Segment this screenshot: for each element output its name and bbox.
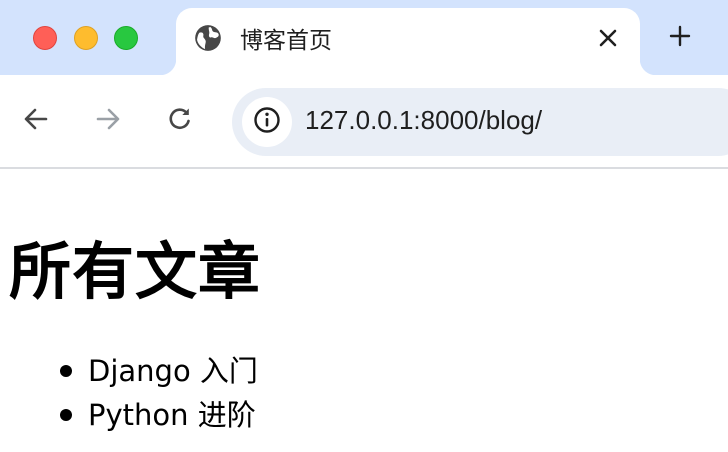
site-info-button[interactable] <box>242 97 292 147</box>
forward-button[interactable] <box>90 103 126 139</box>
window-maximize-button[interactable] <box>114 26 138 50</box>
plus-icon <box>669 25 691 51</box>
page-title: 所有文章 <box>9 235 262 308</box>
reload-icon <box>166 105 194 137</box>
info-icon <box>253 106 281 138</box>
page-content: 所有文章 Django 入门 Python 进阶 <box>0 171 728 452</box>
back-button[interactable] <box>18 103 54 139</box>
post-link[interactable]: Python 进阶 <box>88 398 256 432</box>
tab-title: 博客首页 <box>240 28 332 54</box>
arrow-right-icon <box>94 105 122 137</box>
tab-strip: 博客首页 <box>0 0 728 75</box>
window-minimize-button[interactable] <box>74 26 98 50</box>
address-bar[interactable]: 127.0.0.1:8000/blog/ <box>232 88 728 156</box>
post-list: Django 入门 Python 进阶 <box>58 349 258 437</box>
list-bullet <box>60 409 72 421</box>
globe-icon <box>194 24 222 52</box>
list-item: Python 进阶 <box>58 393 258 437</box>
window-close-button[interactable] <box>33 26 57 50</box>
browser-toolbar: 127.0.0.1:8000/blog/ <box>0 75 728 169</box>
url-text[interactable]: 127.0.0.1:8000/blog/ <box>305 105 542 136</box>
new-tab-button[interactable] <box>664 22 696 54</box>
active-tab[interactable]: 博客首页 <box>160 8 656 75</box>
post-link[interactable]: Django 入门 <box>88 354 258 388</box>
close-icon[interactable] <box>594 24 622 52</box>
reload-button[interactable] <box>162 103 198 139</box>
list-item: Django 入门 <box>58 349 258 393</box>
arrow-left-icon <box>22 105 50 137</box>
list-bullet <box>60 365 72 377</box>
